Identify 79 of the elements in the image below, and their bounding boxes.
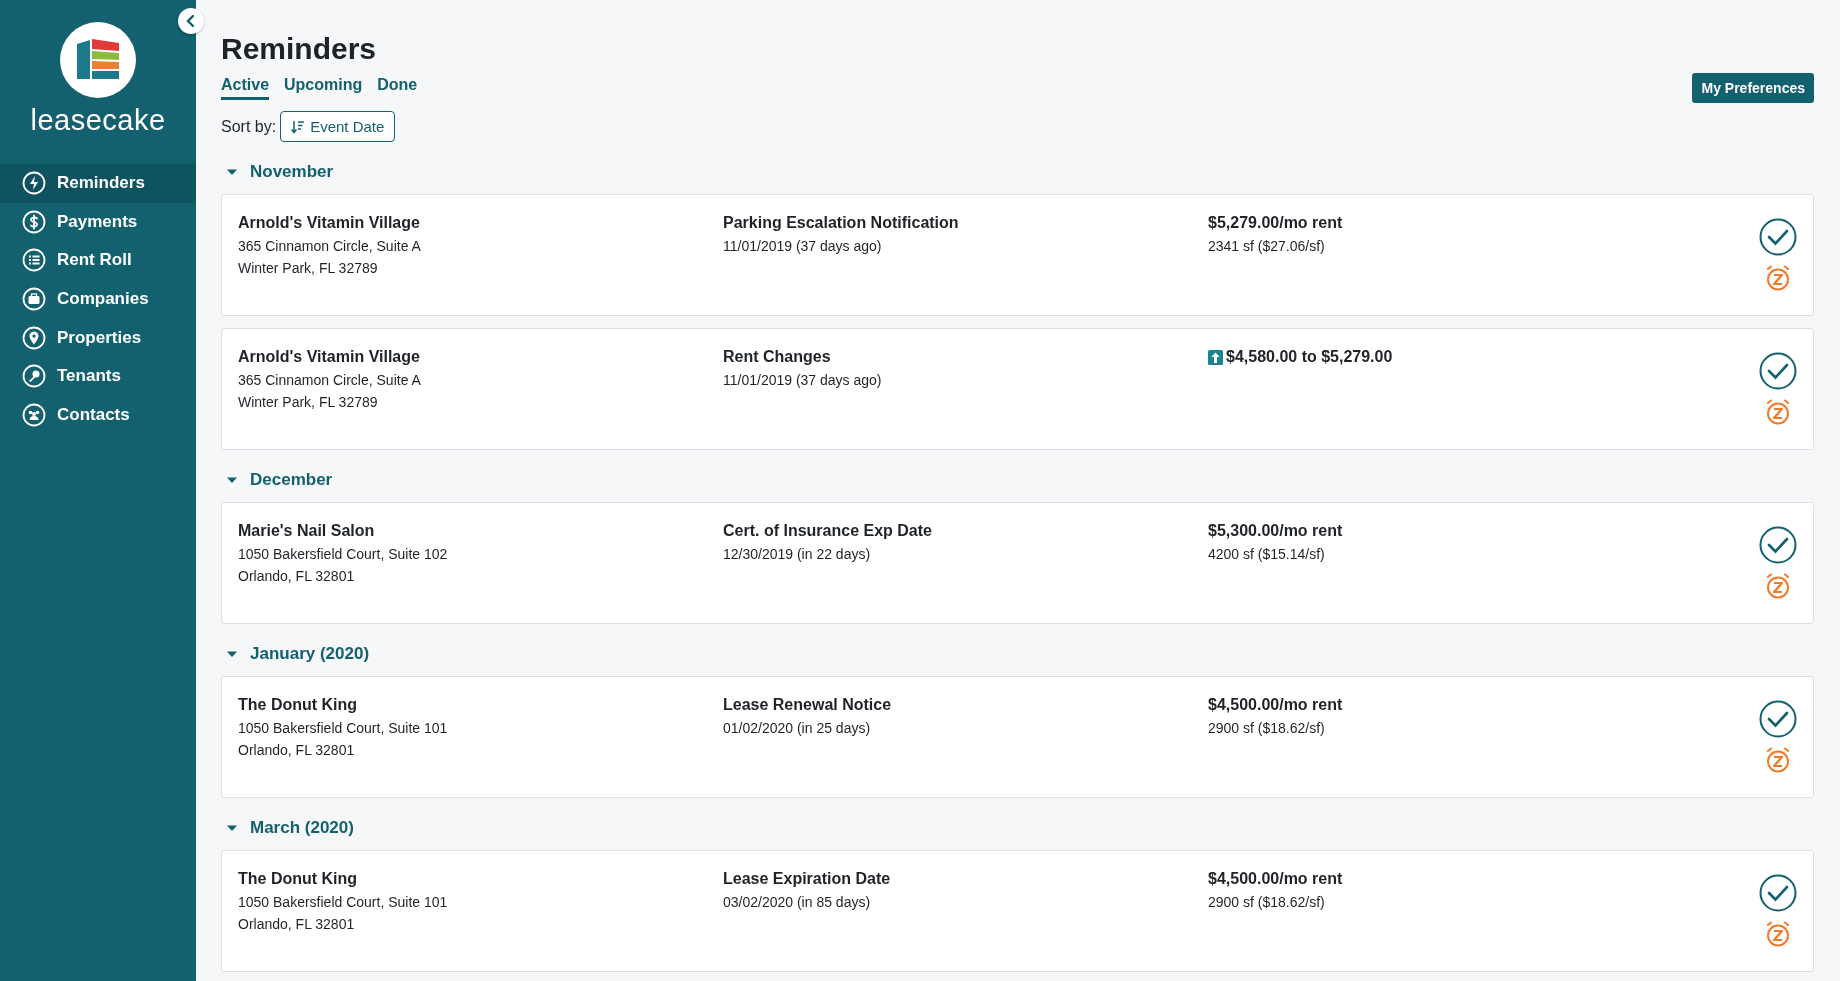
- check-circle-icon[interactable]: [1759, 874, 1797, 912]
- city-line: Orlando, FL 32801: [238, 568, 356, 584]
- group-toggle[interactable]: March (2020): [221, 818, 354, 838]
- event-date: 01/02/2020 (in 25 days): [723, 720, 872, 736]
- check-circle-icon[interactable]: [1759, 526, 1797, 564]
- snooze-alarm-icon[interactable]: [1764, 264, 1792, 292]
- city-line: Orlando, FL 32801: [238, 742, 356, 758]
- tenant-name: The Donut King: [238, 870, 359, 888]
- address-line: 365 Cinnamon Circle, Suite A: [238, 238, 422, 254]
- group-toggle[interactable]: November: [221, 162, 334, 182]
- briefcase-icon: [22, 287, 46, 312]
- sort-descending-icon: [291, 119, 306, 134]
- snooze-alarm-icon[interactable]: [1764, 572, 1792, 600]
- caret-icon: [226, 824, 238, 832]
- nav-item[interactable]: Tenants: [0, 356, 196, 396]
- check-circle-icon[interactable]: [1759, 352, 1797, 390]
- tab[interactable]: Active: [221, 76, 270, 100]
- address-line: 1050 Bakersfield Court, Suite 102: [238, 546, 449, 562]
- check-circle-icon[interactable]: [1759, 700, 1797, 738]
- snooze-alarm-icon[interactable]: [1764, 746, 1792, 774]
- nav-item[interactable]: Contacts: [0, 395, 196, 435]
- event-date: 03/02/2020 (in 85 days): [723, 894, 872, 910]
- area-detail: 2900 sf ($18.62/sf): [1208, 894, 1326, 910]
- rent-amount: $5,300.00/mo rent: [1208, 522, 1344, 540]
- event-name: Cert. of Insurance Exp Date: [723, 522, 933, 540]
- tab[interactable]: Upcoming: [284, 76, 363, 100]
- caret-icon: [226, 476, 238, 484]
- rent-amount: $5,279.00/mo rent: [1208, 214, 1344, 232]
- list-icon: [22, 248, 46, 273]
- rent-amount: $4,500.00/mo rent: [1208, 870, 1344, 888]
- page-title: Reminders: [221, 32, 378, 66]
- nav-item[interactable]: Companies: [0, 279, 196, 319]
- bolt-icon: [22, 171, 46, 196]
- group-toggle[interactable]: December: [221, 470, 333, 490]
- nav-item[interactable]: Properties: [0, 318, 196, 357]
- address-line: 1050 Bakersfield Court, Suite 101: [238, 894, 449, 910]
- rent-change: $4,580.00 to $5,279.00: [1226, 348, 1393, 366]
- tenant-name: Arnold's Vitamin Village: [238, 214, 421, 232]
- city-line: Winter Park, FL 32789: [238, 260, 379, 276]
- preferences-button[interactable]: My Preferences: [1692, 73, 1814, 103]
- area-detail: 2900 sf ($18.62/sf): [1208, 720, 1326, 736]
- area-detail: 4200 sf ($15.14/sf): [1208, 546, 1326, 562]
- nav-item[interactable]: Reminders: [0, 164, 196, 203]
- cake-logo-icon: [60, 22, 136, 98]
- event-name: Lease Expiration Date: [723, 870, 892, 888]
- city-line: Winter Park, FL 32789: [238, 394, 379, 410]
- city-line: Orlando, FL 32801: [238, 916, 356, 932]
- area-detail: 2341 sf ($27.06/sf): [1208, 238, 1326, 254]
- dollar-icon: [22, 209, 46, 234]
- event-name: Rent Changes: [723, 348, 832, 366]
- snooze-alarm-icon[interactable]: [1764, 920, 1792, 948]
- event-name: Lease Renewal Notice: [723, 696, 893, 714]
- logo-wordmark: leasecake: [30, 104, 166, 137]
- people-icon: [22, 402, 46, 427]
- group-toggle[interactable]: January (2020): [221, 644, 370, 664]
- tab[interactable]: Done: [377, 76, 418, 100]
- chevron-left-icon: [186, 14, 196, 28]
- event-date: 11/01/2019 (37 days ago): [723, 238, 883, 254]
- check-circle-icon[interactable]: [1759, 218, 1797, 256]
- tenant-name: Arnold's Vitamin Village: [238, 348, 421, 366]
- nav-item[interactable]: Payments: [0, 202, 196, 242]
- sort-label: Sort by:: [221, 117, 277, 136]
- address-line: 365 Cinnamon Circle, Suite A: [238, 372, 422, 388]
- sort-button[interactable]: Event Date: [280, 111, 396, 142]
- location-pin-icon: [22, 325, 46, 350]
- event-date: 12/30/2019 (in 22 days): [723, 546, 872, 562]
- tenant-name: The Donut King: [238, 696, 359, 714]
- event-date: 11/01/2019 (37 days ago): [723, 372, 883, 388]
- address-line: 1050 Bakersfield Court, Suite 101: [238, 720, 449, 736]
- snooze-alarm-icon[interactable]: [1764, 398, 1792, 426]
- tenant-name: Marie's Nail Salon: [238, 522, 376, 540]
- key-icon: [22, 364, 46, 389]
- rent-amount: $4,500.00/mo rent: [1208, 696, 1344, 714]
- nav-item[interactable]: Rent Roll: [0, 241, 196, 280]
- caret-icon: [226, 168, 238, 176]
- increase-arrow-icon: [1208, 349, 1223, 365]
- caret-icon: [226, 650, 238, 658]
- event-name: Parking Escalation Notification: [723, 214, 960, 232]
- collapse-button[interactable]: [178, 8, 204, 34]
